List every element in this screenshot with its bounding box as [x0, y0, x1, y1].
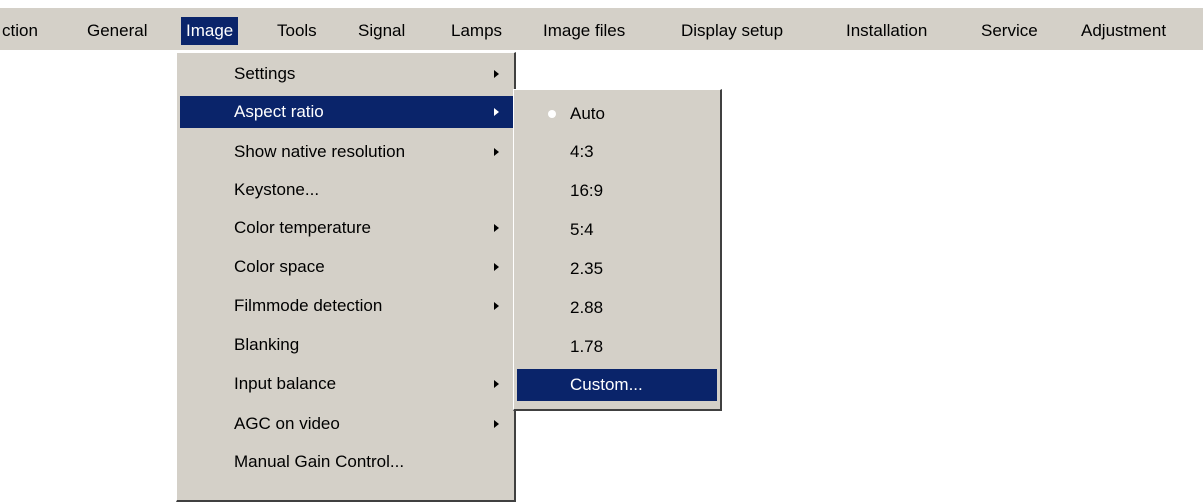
menubar-item-signal[interactable]: Signal: [353, 17, 410, 45]
aspect-option-custom[interactable]: Custom...: [517, 369, 717, 401]
menubar-item-image-files[interactable]: Image files: [538, 17, 630, 45]
submenu-arrow-icon: [494, 108, 499, 116]
menu-item-settings[interactable]: Settings: [180, 58, 513, 90]
menu-item-input-balance[interactable]: Input balance: [180, 368, 513, 400]
menubar-item-connection[interactable]: ction: [0, 17, 43, 45]
image-menu: Settings Aspect ratio Show native resolu…: [176, 52, 516, 502]
menu-bar: ction General Image Tools Signal Lamps I…: [0, 8, 1203, 50]
menu-item-label: 2.88: [570, 298, 604, 317]
aspect-option-4-3[interactable]: 4:3: [517, 136, 717, 168]
menu-item-label: Color temperature: [234, 218, 372, 237]
menubar-item-tools[interactable]: Tools: [272, 17, 322, 45]
menubar-item-lamps[interactable]: Lamps: [446, 17, 507, 45]
menubar-item-display-setup[interactable]: Display setup: [676, 17, 788, 45]
menu-item-label: Settings: [234, 64, 296, 83]
menubar-item-service[interactable]: Service: [976, 17, 1043, 45]
aspect-option-auto[interactable]: Auto: [517, 98, 717, 130]
aspect-option-1-78[interactable]: 1.78: [517, 331, 717, 363]
menu-item-label: 1.78: [570, 337, 604, 356]
menu-item-blanking[interactable]: Blanking: [180, 329, 513, 361]
menu-item-show-native-resolution[interactable]: Show native resolution: [180, 136, 513, 168]
aspect-option-5-4[interactable]: 5:4: [517, 214, 717, 246]
aspect-option-16-9[interactable]: 16:9: [517, 175, 717, 207]
menu-item-aspect-ratio[interactable]: Aspect ratio: [180, 96, 513, 128]
menu-item-label: AGC on video: [234, 414, 340, 433]
submenu-arrow-icon: [494, 263, 499, 271]
menubar-item-adjustment[interactable]: Adjustment: [1076, 17, 1171, 45]
menu-item-filmmode-detection[interactable]: Filmmode detection: [180, 290, 513, 322]
aspect-option-2-35[interactable]: 2.35: [517, 253, 717, 285]
menubar-item-general[interactable]: General: [82, 17, 152, 45]
menu-item-color-space[interactable]: Color space: [180, 251, 513, 283]
menu-item-label: Blanking: [234, 335, 300, 354]
menu-item-label: Manual Gain Control...: [234, 452, 405, 471]
menu-item-label: Filmmode detection: [234, 296, 383, 315]
menu-item-agc-on-video[interactable]: AGC on video: [180, 408, 513, 440]
menu-item-label: 16:9: [570, 181, 604, 200]
menu-item-label: Show native resolution: [234, 142, 406, 161]
radio-selected-icon: [548, 110, 556, 118]
submenu-arrow-icon: [494, 302, 499, 310]
menu-item-label: Input balance: [234, 374, 337, 393]
aspect-ratio-submenu: Auto 4:3 16:9 5:4 2.35 2.88 1.78 Custom.…: [513, 89, 722, 411]
menu-item-label: 5:4: [570, 220, 594, 239]
menu-item-color-temperature[interactable]: Color temperature: [180, 212, 513, 244]
submenu-arrow-icon: [494, 148, 499, 156]
menu-item-keystone[interactable]: Keystone...: [180, 174, 513, 206]
menu-item-label: Aspect ratio: [234, 102, 324, 121]
menu-item-label: Custom...: [570, 375, 643, 394]
submenu-arrow-icon: [494, 420, 499, 428]
submenu-arrow-icon: [494, 380, 499, 388]
aspect-option-2-88[interactable]: 2.88: [517, 292, 717, 324]
menu-item-label: Color space: [234, 257, 325, 276]
menu-item-label: 2.35: [570, 259, 604, 278]
menu-item-label: Auto: [570, 104, 605, 123]
menubar-item-image[interactable]: Image: [181, 17, 239, 45]
menubar-item-installation[interactable]: Installation: [841, 17, 932, 45]
submenu-arrow-icon: [494, 224, 499, 232]
menu-item-manual-gain-control[interactable]: Manual Gain Control...: [180, 446, 513, 478]
menu-item-label: 4:3: [570, 142, 594, 161]
menu-item-label: Keystone...: [234, 180, 320, 199]
submenu-arrow-icon: [494, 70, 499, 78]
